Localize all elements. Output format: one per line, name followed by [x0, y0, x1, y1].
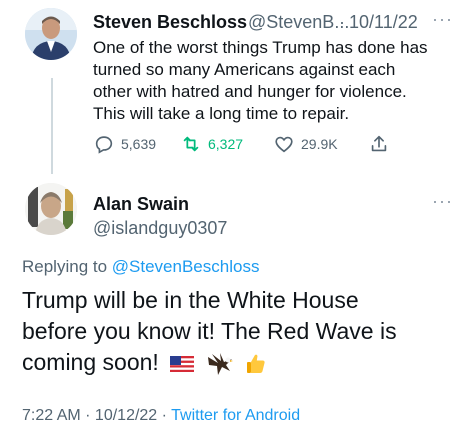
tweet-meta: 7:22 AM · 10/12/22 · Twitter for Android	[22, 407, 300, 425]
text-line: other with hatred and hunger for violenc…	[93, 82, 407, 101]
text-line: turned so many Americans against each	[93, 60, 396, 79]
thumbs-up-icon	[246, 354, 265, 373]
parent-tweet-date[interactable]: 10/11/22	[349, 12, 418, 33]
reply-author-handle[interactable]: @islandguy0307	[93, 218, 227, 239]
reply-count: 5,639	[121, 136, 157, 152]
separator-dot: ·	[339, 12, 345, 32]
parent-tweet-text: One of the worst things Trump has done h…	[93, 37, 463, 125]
reply-button[interactable]: 5,639	[93, 133, 156, 155]
thread-connector	[51, 78, 53, 174]
text-line: This will take a long time to repair.	[93, 104, 350, 123]
text-line-with-emoji: coming soon!	[22, 347, 462, 378]
us-flag-icon	[170, 355, 195, 372]
share-icon	[371, 135, 387, 152]
avatar-photo-icon	[25, 8, 77, 60]
eagle-icon	[207, 352, 233, 375]
heart-icon	[275, 136, 293, 153]
tweet-source[interactable]: Twitter for Android	[171, 407, 300, 424]
more-options-icon[interactable]: ···	[432, 191, 453, 212]
reply-author-name[interactable]: Alan Swain	[93, 194, 189, 215]
tweet-timestamp[interactable]: 7:22 AM · 10/12/22 ·	[22, 407, 171, 424]
share-button[interactable]	[368, 133, 396, 155]
avatar-alan-swain[interactable]	[25, 183, 77, 235]
text-line: coming soon!	[22, 349, 166, 375]
like-button[interactable]: 29.9K	[273, 133, 338, 155]
retweet-icon	[183, 136, 199, 152]
retweet-button[interactable]: 6,327	[180, 133, 243, 155]
text-line: before you know it! The Red Wave is	[22, 318, 397, 344]
more-options-icon[interactable]: ···	[432, 9, 453, 30]
text-line: One of the worst things Trump has done h…	[93, 38, 428, 57]
reply-icon	[95, 136, 113, 154]
text-line: Trump will be in the White House	[22, 287, 359, 313]
like-count: 29.9K	[301, 136, 338, 152]
parent-author-handle[interactable]: @StevenB...	[248, 12, 349, 33]
replying-to-link[interactable]: @StevenBeschloss	[112, 257, 260, 276]
replying-to: Replying to @StevenBeschloss	[22, 257, 259, 277]
avatar-steven-beschloss[interactable]	[25, 8, 77, 60]
replying-label: Replying to	[22, 257, 112, 276]
avatar-photo-icon	[25, 183, 77, 235]
retweet-count: 6,327	[208, 136, 244, 152]
reply-tweet-text: Trump will be in the White House before …	[22, 285, 462, 378]
parent-author-name[interactable]: Steven Beschloss	[93, 12, 247, 33]
